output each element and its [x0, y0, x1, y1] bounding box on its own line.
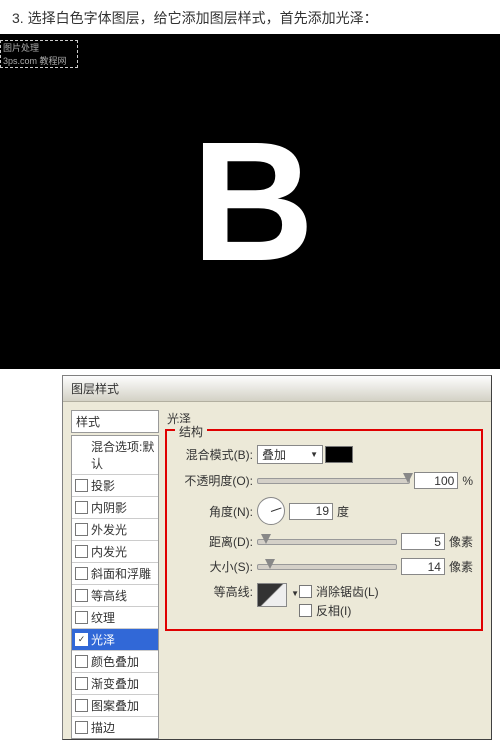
checkbox-icon: [75, 501, 88, 514]
checkbox-icon: [75, 523, 88, 536]
anti-alias-checkbox[interactable]: 消除锯齿(L): [299, 583, 379, 600]
layer-style-dialog: 图层样式 样式 混合选项:默认投影内阴影外发光内发光斜面和浮雕等高线纹理光泽颜色…: [62, 375, 492, 740]
size-slider[interactable]: [257, 564, 397, 570]
checkbox-icon: [75, 479, 88, 492]
style-row[interactable]: 斜面和浮雕: [72, 563, 158, 585]
anti-alias-label: 消除锯齿(L): [316, 583, 379, 600]
checkbox-icon: [75, 545, 88, 558]
opacity-unit: %: [462, 474, 473, 488]
opacity-slider[interactable]: [257, 478, 410, 484]
checkbox-icon: [75, 677, 88, 690]
slider-thumb-icon: [261, 534, 271, 544]
style-label: 混合选项:默认: [91, 438, 155, 472]
canvas-preview: 图片处理 3ps.com 教程网 B: [0, 34, 500, 369]
distance-input[interactable]: 5: [401, 533, 445, 550]
opacity-label: 不透明度(O):: [175, 472, 253, 489]
styles-column: 样式 混合选项:默认投影内阴影外发光内发光斜面和浮雕等高线纹理光泽颜色叠加渐变叠…: [71, 410, 159, 739]
settings-column: 光泽 结构 混合模式(B): 叠加 ▼: [165, 410, 483, 739]
distance-label: 距离(D):: [175, 533, 253, 550]
size-row: 大小(S): 14 像素: [175, 558, 473, 575]
style-label: 光泽: [91, 631, 115, 648]
style-row[interactable]: 描边: [72, 717, 158, 738]
watermark-line2: 3ps.com 教程网: [3, 55, 75, 68]
checkbox-icon: [75, 655, 88, 668]
contour-picker[interactable]: [257, 583, 287, 607]
blend-mode-label: 混合模式(B):: [175, 446, 253, 463]
blend-color-swatch[interactable]: [325, 446, 353, 463]
size-label: 大小(S):: [175, 558, 253, 575]
blend-mode-select[interactable]: 叠加 ▼: [257, 445, 323, 464]
style-row[interactable]: 内阴影: [72, 497, 158, 519]
checkbox-icon: [75, 633, 88, 646]
blend-mode-row: 混合模式(B): 叠加 ▼: [175, 445, 473, 464]
checkbox-icon: [299, 585, 312, 598]
style-row[interactable]: 渐变叠加: [72, 673, 158, 695]
slider-thumb-icon: [265, 559, 275, 569]
style-label: 斜面和浮雕: [91, 565, 151, 582]
section-title: 光泽: [165, 410, 483, 429]
angle-dial[interactable]: [257, 497, 285, 525]
style-row[interactable]: 纹理: [72, 607, 158, 629]
checkbox-icon: [75, 721, 88, 734]
style-label: 渐变叠加: [91, 675, 139, 692]
angle-row: 角度(N): 19 度: [175, 497, 473, 525]
watermark: 图片处理 3ps.com 教程网: [0, 40, 78, 68]
style-row[interactable]: 等高线: [72, 585, 158, 607]
styles-list: 混合选项:默认投影内阴影外发光内发光斜面和浮雕等高线纹理光泽颜色叠加渐变叠加图案…: [71, 435, 159, 739]
style-label: 内阴影: [91, 499, 127, 516]
checkbox-icon: [75, 611, 88, 624]
distance-row: 距离(D): 5 像素: [175, 533, 473, 550]
checkbox-icon: [75, 699, 88, 712]
contour-row: 等高线: ▼ 消除锯齿(L) 反相(I): [175, 583, 473, 619]
size-input[interactable]: 14: [401, 558, 445, 575]
style-row[interactable]: 图案叠加: [72, 695, 158, 717]
opacity-row: 不透明度(O): 100 %: [175, 472, 473, 489]
style-row[interactable]: 内发光: [72, 541, 158, 563]
angle-unit: 度: [337, 503, 349, 520]
distance-unit: 像素: [449, 533, 473, 550]
angle-input[interactable]: 19: [289, 503, 333, 520]
style-label: 等高线: [91, 587, 127, 604]
angle-label: 角度(N):: [175, 503, 253, 520]
checkbox-icon: [299, 604, 312, 617]
style-row[interactable]: 混合选项:默认: [72, 436, 158, 475]
style-row[interactable]: 光泽: [72, 629, 158, 651]
invert-label: 反相(I): [316, 602, 351, 619]
style-row[interactable]: 投影: [72, 475, 158, 497]
blend-mode-value: 叠加: [262, 446, 286, 463]
chevron-down-icon: ▼: [310, 450, 318, 459]
style-label: 纹理: [91, 609, 115, 626]
slider-thumb-icon: [403, 473, 413, 483]
dialog-titlebar: 图层样式: [63, 376, 491, 402]
preview-letter: B: [192, 117, 309, 287]
contour-label: 等高线:: [175, 583, 253, 600]
style-label: 投影: [91, 477, 115, 494]
size-unit: 像素: [449, 558, 473, 575]
opacity-input[interactable]: 100: [414, 472, 458, 489]
style-label: 描边: [91, 719, 115, 736]
invert-checkbox[interactable]: 反相(I): [299, 602, 379, 619]
style-row[interactable]: 颜色叠加: [72, 651, 158, 673]
styles-header: 样式: [71, 410, 159, 433]
chevron-down-icon: ▼: [291, 589, 299, 598]
structure-group: 结构 混合模式(B): 叠加 ▼: [165, 429, 483, 631]
angle-needle-icon: [271, 507, 282, 512]
style-label: 颜色叠加: [91, 653, 139, 670]
style-row[interactable]: 外发光: [72, 519, 158, 541]
checkbox-icon: [75, 589, 88, 602]
watermark-line1: 图片处理: [3, 42, 75, 55]
distance-slider[interactable]: [257, 539, 397, 545]
style-label: 内发光: [91, 543, 127, 560]
checkbox-icon: [75, 567, 88, 580]
step-instruction: 3. 选择白色字体图层，给它添加图层样式，首先添加光泽：: [0, 0, 500, 34]
style-label: 外发光: [91, 521, 127, 538]
group-title: 结构: [175, 423, 207, 440]
